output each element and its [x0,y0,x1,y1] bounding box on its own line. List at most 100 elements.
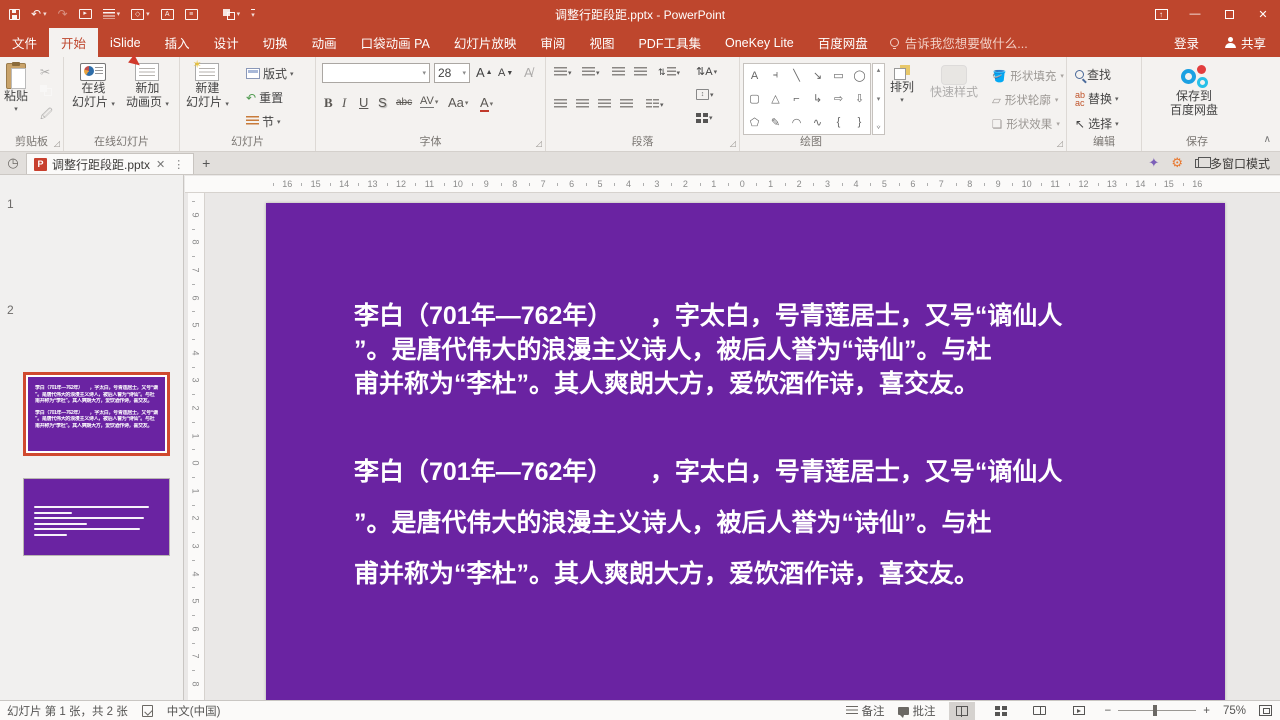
layout-button[interactable]: 版式 ▾ [246,65,294,82]
settings-gear-icon[interactable]: ⚙ [1171,155,1183,171]
paste-button[interactable]: 粘贴 ▾ [4,62,28,117]
font-name-combobox[interactable]: ▾ [322,63,430,83]
comments-button[interactable]: 批注 [897,703,936,719]
shape-gallery-item[interactable]: } [858,116,862,128]
new-slide-qat-icon[interactable]: ≡ [184,8,198,20]
strikethrough-button[interactable]: abc [396,97,412,108]
reading-view-button[interactable] [1027,702,1053,720]
zoom-slider-handle[interactable] [1153,705,1157,717]
tab-home[interactable]: 开始 [49,28,99,57]
ribbon-display-options-button[interactable]: ↑ [1144,0,1178,28]
start-slideshow-icon[interactable]: ▸ [78,9,92,19]
notes-button[interactable]: 备注 [845,703,885,719]
font-color-button[interactable]: A ▾ [480,95,493,112]
spellcheck-icon[interactable] [141,704,153,717]
decrease-indent-icon[interactable] [612,67,625,78]
shape-gallery-item[interactable]: A [751,70,758,82]
text-direction-button[interactable]: ⇅A ▾ [696,65,717,78]
tab-baidu-netdisk[interactable]: 百度网盘 [806,28,880,57]
tab-islide[interactable]: iSlide [98,28,153,57]
smartart-convert-button[interactable]: ▾ [696,113,713,123]
underline-button[interactable]: U [359,95,368,110]
zoom-out-button[interactable]: − [1105,705,1112,717]
tab-more-icon[interactable]: ⋮ [171,158,186,171]
save-to-baidu-button[interactable]: 保存到 百度网盘 [1170,65,1218,117]
text-shadow-button[interactable]: S [378,95,387,110]
paragraph-dialog-launcher[interactable]: ◿ [730,139,736,148]
shape-gallery-item[interactable]: ◯ [853,69,865,82]
increase-indent-icon[interactable] [634,67,647,78]
reset-button[interactable]: ↶ 重置 [246,89,283,106]
document-tab[interactable]: P 调整行距段距.pptx ✕ ⋮ [26,153,195,174]
login-button[interactable]: 登录 [1162,28,1211,57]
bullets-button[interactable]: ▾ [554,67,572,78]
undo-dropdown-icon[interactable]: ▾ [43,10,47,18]
thumbnail-slide-2[interactable] [23,478,170,556]
undo-button[interactable]: ↶ ▾ [31,7,47,21]
tab-view[interactable]: 视图 [577,28,626,57]
justify-icon[interactable] [620,99,633,110]
align-left-icon[interactable] [554,99,567,110]
zoom-in-button[interactable]: + [1203,705,1210,717]
shape-gallery-item[interactable]: ∿ [813,116,822,129]
clipboard-dialog-launcher[interactable]: ◿ [54,139,60,148]
replace-button[interactable]: ab ac 替换 ▾ [1075,90,1119,107]
scroll-down-icon[interactable]: ▾ [877,95,881,103]
numbering-button[interactable]: ▾ [582,67,600,78]
language-indicator[interactable]: 中文(中国) [167,703,221,719]
shape-gallery-item[interactable]: ╲ [793,69,800,82]
collapse-ribbon-icon[interactable]: ∧ [1264,134,1271,145]
shape-gallery-item[interactable]: ↘ [813,69,822,82]
new-slide-button[interactable]: ✶ 新建 幻灯片 ▾ [186,59,229,112]
tab-design[interactable]: 设计 [202,28,251,57]
shape-gallery-item[interactable]: ▭ [833,69,843,82]
arrange-button[interactable]: 排列 ▾ [890,65,914,108]
save-icon[interactable] [9,8,20,20]
textbox-icon[interactable]: A [160,8,174,20]
share-button[interactable]: 共享 [1211,28,1280,57]
shape-gallery-item[interactable]: △ [771,92,779,105]
shape-gallery-item[interactable]: ⇨ [834,92,843,105]
arrange-windows-icon[interactable]: ▾ [222,8,240,20]
shape-gallery-item[interactable]: ⬠ [750,116,760,129]
multi-window-mode-button[interactable]: 多窗口模式 [1194,155,1270,172]
zoom-percentage[interactable]: 75% [1223,705,1246,717]
tab-file[interactable]: 文件 [0,28,49,57]
new-tab-button[interactable]: + [194,152,218,174]
restore-button[interactable] [1212,0,1246,28]
slide-1[interactable]: 李白（701年—762年） ，字太白，号青莲居士，又号“谪仙人 ”。是唐代伟大的浪… [266,203,1225,700]
line-spacing-button[interactable]: ⇅ ▾ [658,67,680,78]
shape-gallery-item[interactable]: ⫞ [773,69,779,82]
align-center-icon[interactable] [576,99,589,110]
drawing-dialog-launcher[interactable]: ◿ [1057,139,1063,148]
shrink-font-button[interactable]: A ▼ [498,67,513,79]
new-animation-page-button[interactable]: 新加 动画页 ▾ [126,54,169,112]
font-dialog-launcher[interactable]: ◿ [536,139,542,148]
online-slides-button[interactable]: 在线 幻灯片 ▾ [72,63,115,112]
tab-animations[interactable]: 动画 [300,28,349,57]
shape-gallery-item[interactable]: { [837,116,841,128]
slideshow-view-button[interactable] [1066,702,1092,720]
tab-review[interactable]: 审阅 [528,28,577,57]
shape-gallery-item[interactable]: ⌐ [793,93,799,105]
tab-transitions[interactable]: 切换 [251,28,300,57]
scroll-up-icon[interactable]: ▴ [877,66,881,74]
fit-to-window-icon[interactable] [1259,705,1272,716]
tab-pdf-tools[interactable]: PDF工具集 [626,28,713,57]
clear-formatting-icon[interactable]: A̸ [524,65,533,80]
minimize-button[interactable]: — [1178,0,1212,28]
slide-sorter-view-button[interactable] [988,702,1014,720]
tab-slideshow[interactable]: 幻灯片放映 [442,28,529,57]
shape-format-icon[interactable]: ◇ ▾ [131,8,150,20]
close-button[interactable]: ✕ [1246,0,1280,28]
normal-view-button[interactable] [948,701,975,720]
section-button[interactable]: 节 ▾ [246,113,281,130]
shape-gallery-item[interactable]: ◠ [792,116,802,129]
italic-button[interactable]: I [342,95,346,111]
zoom-slider[interactable] [1118,705,1197,717]
customize-qat-icon[interactable]: ▾ [251,9,255,19]
character-spacing-button[interactable]: AV ▾ [420,95,438,108]
shape-gallery-item[interactable]: ✎ [771,116,780,129]
columns-button[interactable]: ▾ [646,99,664,110]
align-text-button[interactable]: ↕ ▾ [696,89,714,100]
